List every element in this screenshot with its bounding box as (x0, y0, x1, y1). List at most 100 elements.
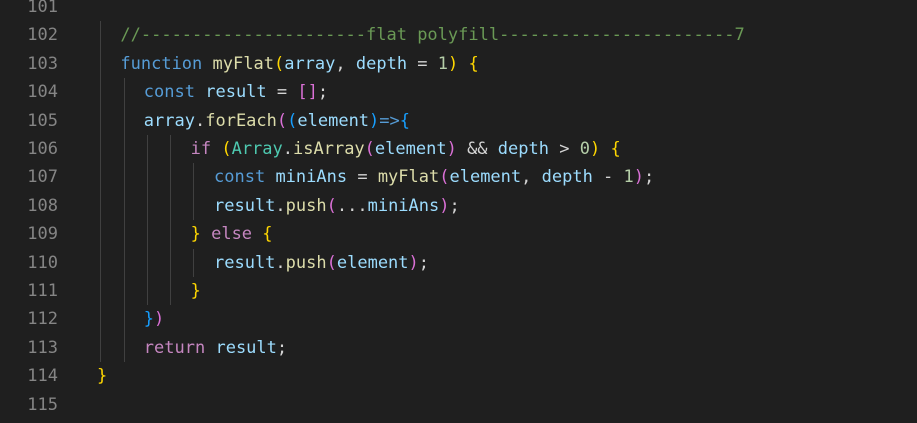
code-line[interactable]: 110 result.push(element); (0, 248, 917, 277)
code-line[interactable]: 108 result.push(...miniAns); (0, 191, 917, 221)
line-number: 111 (27, 281, 58, 301)
code-token: { (610, 139, 621, 159)
code-token: { (399, 110, 411, 131)
indent-guide (147, 191, 148, 221)
code-token: depth (541, 167, 593, 188)
line-number: 107 (27, 167, 58, 188)
code-token: , (521, 167, 542, 188)
indent-guide (100, 248, 101, 277)
code-token: ) (633, 167, 645, 188)
code-token: 1 (623, 167, 634, 188)
code-token: > (548, 139, 580, 159)
code-token: push (285, 252, 327, 273)
code-token: - (592, 167, 624, 188)
code-token: element (449, 167, 522, 188)
code-text: } (191, 277, 201, 305)
code-token: , (335, 53, 356, 74)
code-token: ) (154, 309, 165, 330)
code-line[interactable]: 102 //----------------------flat polyfill… (0, 21, 917, 50)
code-line[interactable]: 107 const miniAns = myFlat(element, depth… (0, 163, 917, 192)
code-line[interactable]: 106 if (Array.isArray(element) && depth >… (0, 135, 917, 164)
code-token: = (266, 82, 298, 103)
code-token: array (284, 53, 336, 74)
code-token: ( (276, 110, 288, 131)
code-text: array.forEach((element)=>{ (144, 107, 410, 135)
code-token: const (143, 82, 195, 103)
code-token: ) (369, 110, 380, 131)
indent-guide (100, 78, 101, 107)
code-line[interactable]: 105 array.forEach((element)=>{ (0, 106, 917, 135)
code-token: { (468, 53, 479, 74)
line-number: 104 (27, 82, 58, 103)
code-token: = (407, 53, 438, 74)
code-line[interactable]: 101 (0, 0, 917, 21)
code-line[interactable]: 114} (0, 362, 917, 390)
code-token: depth (355, 53, 408, 74)
code-token: element (336, 252, 409, 273)
indent-guide (193, 163, 194, 192)
code-token: result (215, 337, 277, 358)
indent-guide (124, 135, 125, 164)
code-text: result.push(element); (214, 249, 429, 277)
indent-guide (100, 220, 101, 249)
code-token: miniAns (367, 195, 440, 216)
line-number: 108 (27, 195, 58, 216)
indent-guide (124, 333, 125, 363)
code-token: push (285, 195, 327, 216)
code-token: ) (589, 139, 601, 159)
code-token: array (143, 110, 195, 131)
code-line[interactable]: 111} (0, 277, 917, 306)
indent-guide (100, 277, 101, 306)
line-number: 115 (27, 394, 58, 415)
code-line[interactable]: 103 function myFlat(array, depth = 1) { (0, 49, 917, 79)
indent-guide (124, 78, 125, 107)
code-token: isArray (293, 139, 365, 159)
indent-guide (124, 163, 125, 192)
code-token: ( (221, 139, 232, 159)
indent-guide (100, 106, 101, 135)
indent-guide (100, 305, 101, 334)
code-editor[interactable]: 101 102//----------------------flat polyf… (0, 0, 917, 423)
code-token: const (214, 167, 266, 188)
code-text: const result = []; (144, 78, 328, 106)
code-token: . (275, 195, 286, 216)
code-token: Array (231, 139, 283, 159)
line-number: 113 (27, 337, 58, 358)
code-token: result (214, 195, 276, 216)
code-token: => (379, 110, 400, 131)
code-token: element (374, 139, 447, 159)
code-token: ) (448, 53, 459, 74)
code-line[interactable]: 109} else { (0, 220, 917, 249)
code-token: [] (297, 82, 318, 103)
indent-guide (100, 333, 101, 363)
code-token: 0 (579, 139, 590, 159)
code-token: . (275, 252, 286, 273)
indent-guide (124, 248, 125, 277)
code-line[interactable]: 112}) (0, 305, 917, 334)
code-token: depth (497, 139, 549, 159)
indent-guide (147, 220, 148, 249)
indent-guide (193, 191, 194, 221)
code-token: = (347, 167, 378, 188)
indent-guide (100, 191, 101, 221)
code-text: //----------------------flat polyfill---… (120, 21, 744, 49)
line-number: 112 (27, 309, 58, 330)
indent-guide (147, 277, 148, 306)
code-token: ... (336, 195, 368, 216)
code-token: } (190, 224, 201, 245)
code-token: ) (446, 139, 457, 159)
code-token: && (456, 139, 498, 159)
code-line[interactable]: 115 (0, 391, 917, 419)
indent-guide (100, 49, 101, 79)
line-number: 101 (27, 0, 58, 17)
code-token: //----------------------flat polyfill---… (120, 25, 745, 46)
code-token: return (143, 337, 206, 358)
code-line[interactable]: 113 return result; (0, 333, 917, 363)
code-line[interactable]: 104 const result = []; (0, 78, 917, 107)
